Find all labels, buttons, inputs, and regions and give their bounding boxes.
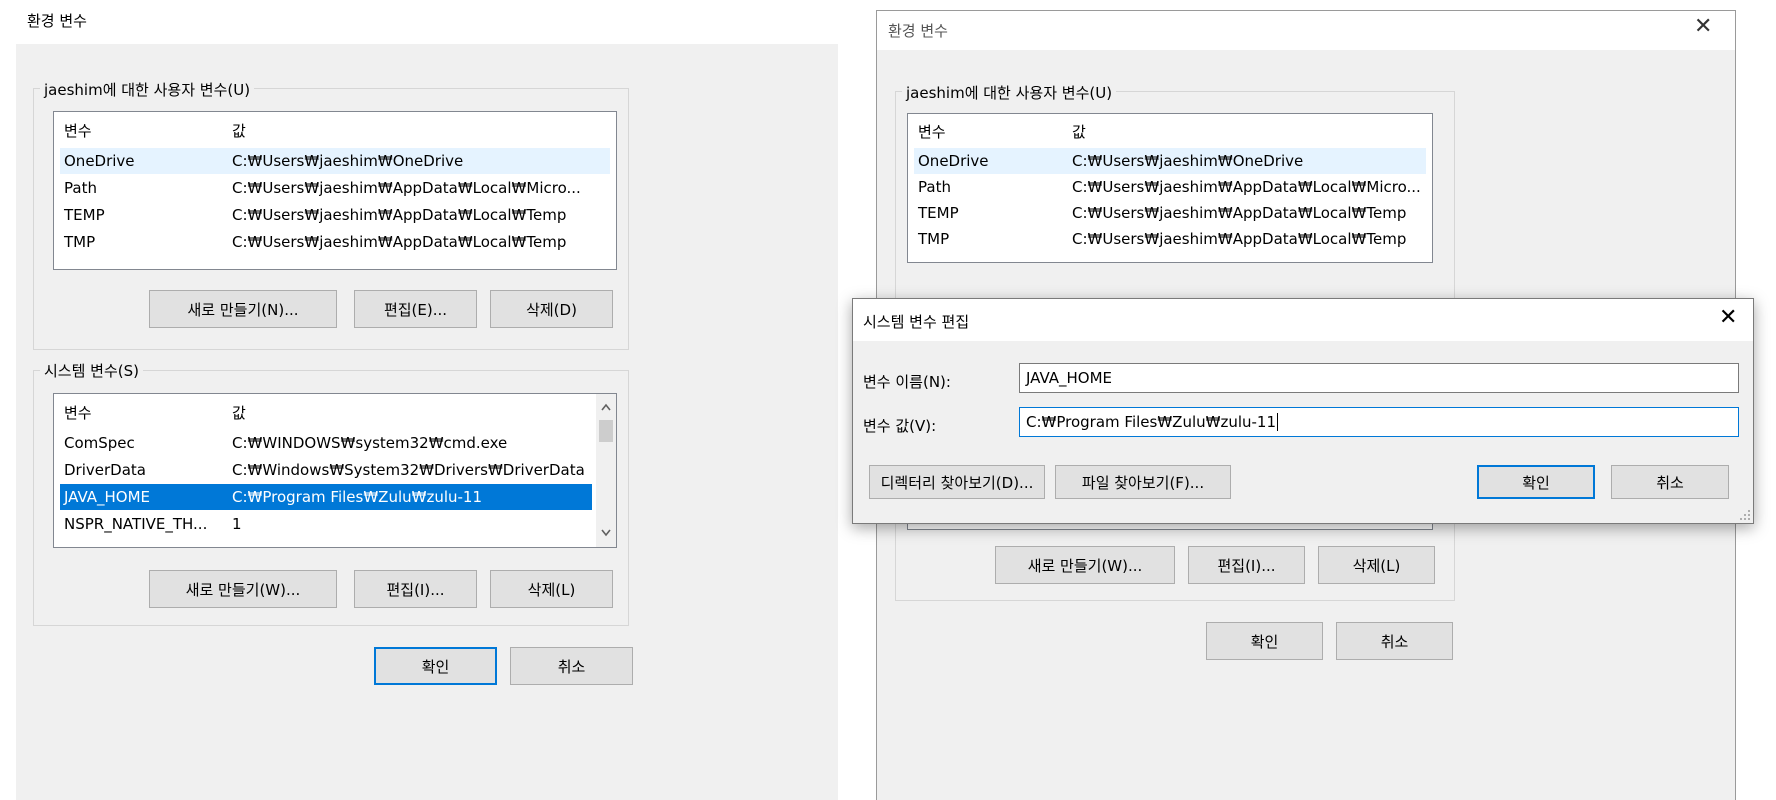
var-value: C:₩Users₩jaeshim₩AppData₩Local₩Micro... [232, 179, 581, 197]
column-header-value[interactable]: 값 [1072, 119, 1086, 145]
list-header[interactable]: 변수 값 [60, 400, 592, 426]
variable-value-label: 변수 값(V): [863, 417, 937, 435]
browse-directory-button[interactable]: 디렉터리 찾아보기(D)... [869, 465, 1045, 499]
user-vars-list[interactable]: 변수 값 OneDrive C:₩Users₩jaeshim₩OneDrive … [53, 111, 617, 270]
var-value: C:₩Users₩jaeshim₩OneDrive [1072, 152, 1304, 170]
list-item[interactable]: OneDrive C:₩Users₩jaeshim₩OneDrive [914, 148, 1426, 174]
variable-name-field[interactable]: JAVA_HOME [1019, 363, 1739, 393]
list-item[interactable]: Path C:₩Users₩jaeshim₩AppData₩Local₩Micr… [60, 175, 610, 201]
cancel-button[interactable]: 취소 [1336, 622, 1453, 660]
variable-name-label: 변수 이름(N): [863, 373, 951, 391]
system-edit-button[interactable]: 편집(I)... [1188, 546, 1305, 584]
scrollbar-graphic [599, 403, 613, 537]
edit-system-variable-dialog: 시스템 변수 편집 ✕ 변수 이름(N): JAVA_HOME 변수 값(V):… [852, 298, 1754, 524]
list-item[interactable]: DriverData C:₩Windows₩System32₩Drivers₩D… [60, 457, 592, 483]
user-new-button[interactable]: 새로 만들기(N)... [149, 290, 337, 328]
ok-button[interactable]: 확인 [1206, 622, 1323, 660]
var-value: C:₩Program Files₩Zulu₩zulu-11 [232, 488, 483, 506]
system-delete-button[interactable]: 삭제(L) [490, 570, 613, 608]
var-value: C:₩Users₩jaeshim₩AppData₩Local₩Temp [232, 206, 567, 224]
system-list-scrollbar[interactable] [596, 394, 616, 547]
left-window-title: 환경 변수 [27, 12, 87, 30]
system-vars-group-label: 시스템 변수(S) [40, 360, 143, 381]
list-item-selected[interactable]: JAVA_HOME C:₩Program Files₩Zulu₩zulu-11 [60, 484, 592, 510]
text-caret [1277, 413, 1279, 431]
system-new-button[interactable]: 새로 만들기(W)... [995, 546, 1175, 584]
column-header-name[interactable]: 변수 [64, 118, 92, 144]
var-value: C:₩Users₩jaeshim₩AppData₩Local₩Temp [232, 233, 567, 251]
dialog-title: 시스템 변수 편집 [863, 313, 970, 331]
var-name: Path [918, 178, 951, 196]
list-item[interactable]: TMP C:₩Users₩jaeshim₩AppData₩Local₩Temp [60, 229, 610, 255]
variable-value-field[interactable]: C:₩Program Files₩Zulu₩zulu-11 [1019, 407, 1739, 437]
close-icon[interactable]: ✕ [1694, 14, 1712, 39]
var-value: C:₩Users₩jaeshim₩AppData₩Local₩Temp [1072, 230, 1407, 248]
user-vars-group-label: jaeshim에 대한 사용자 변수(U) [40, 79, 255, 100]
list-item[interactable]: OneDrive C:₩Users₩jaeshim₩OneDrive [60, 148, 610, 174]
user-vars-list[interactable]: 변수 값 OneDrive C:₩Users₩jaeshim₩OneDrive … [907, 113, 1433, 263]
list-header[interactable]: 변수 값 [60, 118, 610, 144]
var-name: TMP [918, 230, 950, 248]
user-edit-button[interactable]: 편집(E)... [354, 290, 477, 328]
var-name: OneDrive [918, 152, 989, 170]
column-header-name[interactable]: 변수 [918, 119, 946, 145]
var-name: TMP [64, 233, 96, 251]
system-vars-list[interactable]: 변수 값 ComSpec C:₩WINDOWS₩system32₩cmd.exe… [53, 393, 617, 548]
user-delete-button[interactable]: 삭제(D) [490, 290, 613, 328]
list-item[interactable]: NSPR_NATIVE_TH... 1 [60, 511, 592, 537]
list-header[interactable]: 변수 값 [914, 119, 1426, 145]
column-header-value[interactable]: 값 [232, 400, 246, 426]
list-item[interactable]: TMP C:₩Users₩jaeshim₩AppData₩Local₩Temp [914, 226, 1426, 252]
column-header-value[interactable]: 값 [232, 118, 246, 144]
resize-grip-icon[interactable] [1739, 509, 1751, 521]
dialog-titlebar [853, 299, 1753, 341]
var-value: C:₩WINDOWS₩system32₩cmd.exe [232, 434, 508, 452]
browse-file-button[interactable]: 파일 찾아보기(F)... [1055, 465, 1231, 499]
column-header-name[interactable]: 변수 [64, 400, 92, 426]
list-item[interactable]: Path C:₩Users₩jaeshim₩AppData₩Local₩Micr… [914, 174, 1426, 200]
var-value: C:₩Users₩jaeshim₩OneDrive [232, 152, 464, 170]
list-item[interactable]: ComSpec C:₩WINDOWS₩system32₩cmd.exe [60, 430, 592, 456]
chevron-up-icon [601, 403, 611, 411]
var-name: JAVA_HOME [64, 488, 151, 506]
var-name: DriverData [64, 461, 146, 479]
var-name: OneDrive [64, 152, 135, 170]
list-item[interactable]: TEMP C:₩Users₩jaeshim₩AppData₩Local₩Temp [914, 200, 1426, 226]
dialog-ok-button[interactable]: 확인 [1477, 465, 1595, 499]
var-value: C:₩Windows₩System32₩Drivers₩DriverData [232, 461, 585, 479]
var-name: ComSpec [64, 434, 135, 452]
var-name: Path [64, 179, 97, 197]
var-value: C:₩Users₩jaeshim₩AppData₩Local₩Temp [1072, 204, 1407, 222]
chevron-down-icon [601, 529, 611, 537]
ok-button[interactable]: 확인 [374, 647, 497, 685]
list-item[interactable]: TEMP C:₩Users₩jaeshim₩AppData₩Local₩Temp [60, 202, 610, 228]
cancel-button[interactable]: 취소 [510, 647, 633, 685]
variable-value-text: C:₩Program Files₩Zulu₩zulu-11 [1026, 413, 1277, 431]
dialog-cancel-button[interactable]: 취소 [1611, 465, 1729, 499]
var-value: C:₩Users₩jaeshim₩AppData₩Local₩Micro... [1072, 178, 1421, 196]
system-edit-button[interactable]: 편집(I)... [354, 570, 477, 608]
var-value: 1 [232, 515, 242, 533]
close-icon[interactable]: ✕ [1719, 305, 1737, 330]
system-delete-button[interactable]: 삭제(L) [1318, 546, 1435, 584]
user-vars-group-label: jaeshim에 대한 사용자 변수(U) [902, 82, 1117, 103]
right-window-title: 환경 변수 [888, 22, 948, 40]
system-new-button[interactable]: 새로 만들기(W)... [149, 570, 337, 608]
var-name: TEMP [64, 206, 105, 224]
var-name: TEMP [918, 204, 959, 222]
var-name: NSPR_NATIVE_TH... [64, 515, 208, 533]
